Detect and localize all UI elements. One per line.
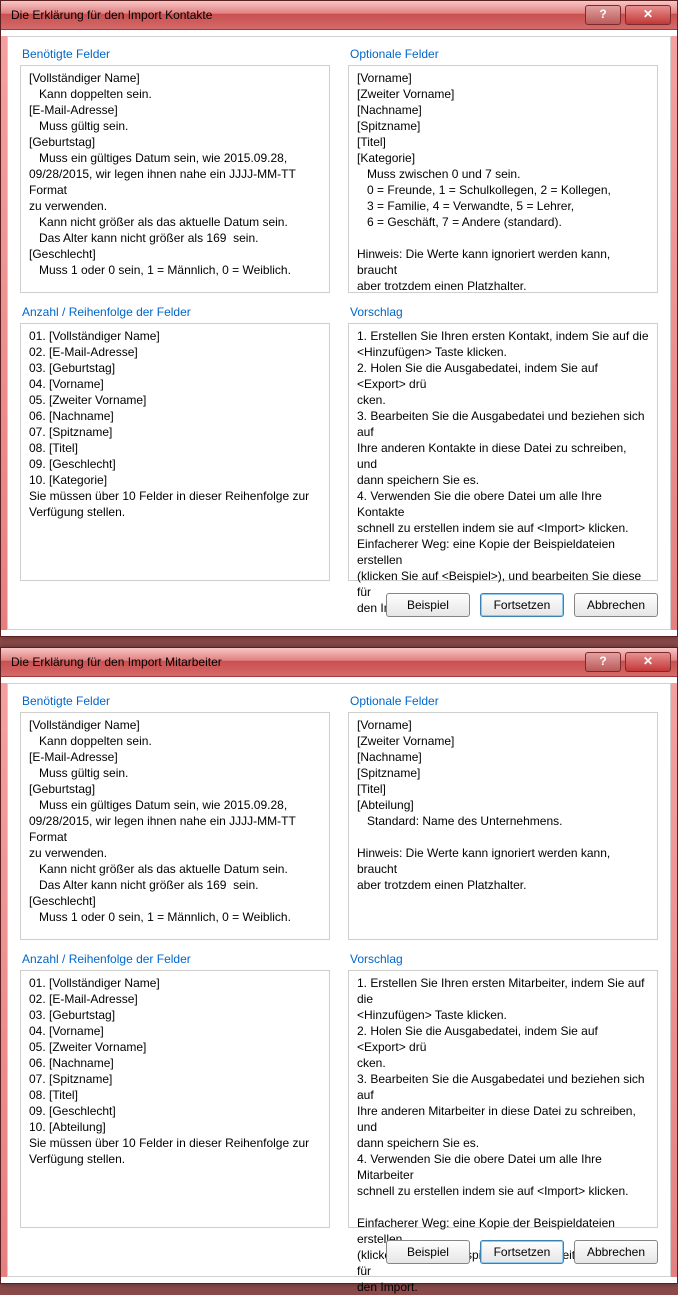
page-container: Die Erklärung für den Import Kontakte ? …	[0, 0, 678, 1284]
dialog-body: Benötigte Felder [Vollständiger Name] Ka…	[7, 683, 671, 1277]
titlebar: Die Erklärung für den Import Kontakte ? …	[1, 1, 677, 30]
dialog-title: Die Erklärung für den Import Kontakte	[11, 8, 585, 22]
titlebar: Die Erklärung für den Import Mitarbeiter…	[1, 648, 677, 677]
dialog-import-kontakte: Die Erklärung für den Import Kontakte ? …	[0, 0, 678, 637]
col-order: Anzahl / Reihenfolge der Felder 01. [Vol…	[20, 952, 330, 1228]
dialog-title: Die Erklärung für den Import Mitarbeiter	[11, 655, 585, 669]
col-optional: Optionale Felder [Vorname] [Zweiter Vorn…	[348, 694, 658, 940]
required-fields-box: [Vollständiger Name] Kann doppelten sein…	[20, 712, 330, 940]
row-bottom: Anzahl / Reihenfolge der Felder 01. [Vol…	[20, 305, 658, 581]
help-button[interactable]: ?	[585, 652, 621, 672]
required-fields-box: [Vollständiger Name] Kann doppelten sein…	[20, 65, 330, 293]
col-required: Benötigte Felder [Vollständiger Name] Ka…	[20, 47, 330, 293]
row-top: Benötigte Felder [Vollständiger Name] Ka…	[20, 694, 658, 940]
close-button[interactable]: ✕	[625, 652, 671, 672]
optional-fields-box: [Vorname] [Zweiter Vorname] [Nachname] […	[348, 65, 658, 293]
row-top: Benötigte Felder [Vollständiger Name] Ka…	[20, 47, 658, 293]
suggestion-box: 1. Erstellen Sie Ihren ersten Kontakt, i…	[348, 323, 658, 581]
col-optional: Optionale Felder [Vorname] [Zweiter Vorn…	[348, 47, 658, 293]
title-buttons: ? ✕	[585, 5, 671, 25]
field-order-box: 01. [Vollständiger Name] 02. [E-Mail-Adr…	[20, 970, 330, 1228]
title-buttons: ? ✕	[585, 652, 671, 672]
field-order-header: Anzahl / Reihenfolge der Felder	[22, 305, 330, 319]
continue-button[interactable]: Fortsetzen	[480, 593, 564, 617]
col-order: Anzahl / Reihenfolge der Felder 01. [Vol…	[20, 305, 330, 581]
cancel-button[interactable]: Abbrechen	[574, 593, 658, 617]
field-order-header: Anzahl / Reihenfolge der Felder	[22, 952, 330, 966]
dialog-import-mitarbeiter: Die Erklärung für den Import Mitarbeiter…	[0, 647, 678, 1284]
required-fields-header: Benötigte Felder	[22, 694, 330, 708]
suggestion-header: Vorschlag	[350, 305, 658, 319]
suggestion-box: 1. Erstellen Sie Ihren ersten Mitarbeite…	[348, 970, 658, 1228]
col-suggestion: Vorschlag 1. Erstellen Sie Ihren ersten …	[348, 952, 658, 1228]
col-suggestion: Vorschlag 1. Erstellen Sie Ihren ersten …	[348, 305, 658, 581]
row-bottom: Anzahl / Reihenfolge der Felder 01. [Vol…	[20, 952, 658, 1228]
action-button-row: Beispiel Fortsetzen Abbrechen	[20, 593, 658, 617]
help-button[interactable]: ?	[585, 5, 621, 25]
dialog-frame: Benötigte Felder [Vollständiger Name] Ka…	[1, 36, 677, 630]
dialog-frame: Benötigte Felder [Vollständiger Name] Ka…	[1, 683, 677, 1277]
required-fields-header: Benötigte Felder	[22, 47, 330, 61]
example-button[interactable]: Beispiel	[386, 593, 470, 617]
optional-fields-header: Optionale Felder	[350, 47, 658, 61]
optional-fields-header: Optionale Felder	[350, 694, 658, 708]
col-required: Benötigte Felder [Vollständiger Name] Ka…	[20, 694, 330, 940]
close-button[interactable]: ✕	[625, 5, 671, 25]
field-order-box: 01. [Vollständiger Name] 02. [E-Mail-Adr…	[20, 323, 330, 581]
suggestion-header: Vorschlag	[350, 952, 658, 966]
dialog-body: Benötigte Felder [Vollständiger Name] Ka…	[7, 36, 671, 630]
optional-fields-box: [Vorname] [Zweiter Vorname] [Nachname] […	[348, 712, 658, 940]
